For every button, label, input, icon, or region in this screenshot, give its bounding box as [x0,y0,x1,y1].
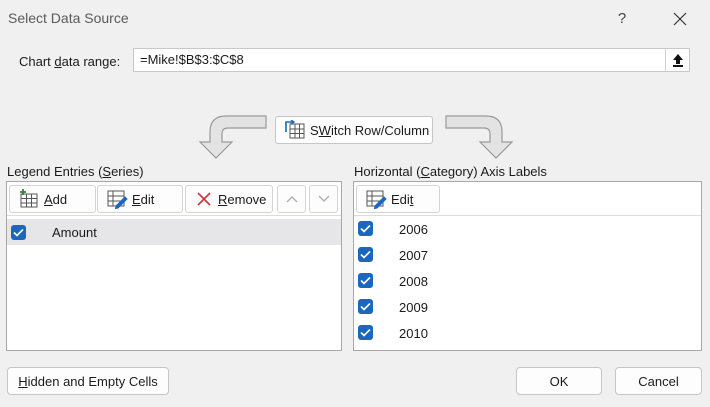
checkmark-icon [360,276,371,285]
switch-row-column-icon [285,120,305,139]
remove-x-icon [197,192,211,206]
category-row[interactable]: 2010 [354,320,701,346]
hidden-empty-cells-button[interactable]: Hidden and Empty Cells [7,367,169,395]
category-label: 2008 [399,274,428,289]
ok-button[interactable]: OK [516,367,602,395]
add-series-button[interactable]: Add [9,185,96,213]
category-checkbox[interactable] [358,325,373,340]
curved-arrow-right-icon [442,112,522,163]
remove-series-button[interactable]: Remove [185,185,273,213]
axis-labels-label: Horizontal (Category) Axis Labels [354,164,547,179]
checkmark-icon [360,328,371,337]
axis-labels-panel: Edit 2006 2007 2008 2009 2010 [353,181,702,351]
add-series-icon [20,189,38,208]
switch-row-column-label: SWitch Row/Column [310,122,430,138]
collapse-dialog-button[interactable] [665,49,689,71]
dialog-title: Select Data Source [8,10,129,26]
cancel-button[interactable]: Cancel [615,367,702,395]
edit-axis-labels-button[interactable]: Edit [356,185,440,213]
chart-data-range-input[interactable]: =Mike!$B$3:$C$8 [133,48,690,72]
checkmark-icon [13,228,24,237]
category-label: 2009 [399,300,428,315]
category-row[interactable]: 2009 [354,294,701,320]
chart-data-range-label: Chart data range: [19,54,121,69]
switch-row-column-button[interactable]: SWitch Row/Column [275,116,433,144]
category-checkbox[interactable] [358,273,373,288]
category-row[interactable]: 2007 [354,242,701,268]
series-name: Amount [52,225,97,240]
move-down-button[interactable] [309,185,338,213]
move-up-button[interactable] [277,185,306,213]
category-checkbox[interactable] [358,247,373,262]
series-checkbox[interactable] [11,225,26,240]
category-checkbox[interactable] [358,221,373,236]
checkmark-icon [360,224,371,233]
category-checkbox[interactable] [358,299,373,314]
legend-entries-panel: Add Edit Remove Amount [6,181,342,351]
category-label: 2007 [399,248,428,263]
edit-series-button[interactable]: Edit [97,185,183,213]
curved-arrow-left-icon [190,112,270,163]
remove-series-label: Remove [218,191,267,207]
help-button[interactable]: ? [612,8,632,30]
legend-entries-label: Legend Entries (Series) [7,164,144,179]
series-row[interactable]: Amount [7,219,341,245]
hidden-empty-cells-label: Hidden and Empty Cells [18,373,158,389]
category-label: 2010 [399,326,428,341]
collapse-arrow-icon [673,54,683,67]
category-label: 2006 [399,222,428,237]
edit-axis-labels-icon [366,190,387,209]
axis-toolbar: Edit [354,182,701,216]
checkmark-icon [360,302,371,311]
chevron-down-icon [318,195,329,202]
checkmark-icon [360,250,371,259]
close-icon[interactable] [669,8,691,30]
edit-series-label: Edit [132,191,155,207]
add-series-label: Add [44,191,68,207]
chevron-up-icon [286,196,297,203]
edit-series-icon [107,190,128,209]
category-row[interactable]: 2008 [354,268,701,294]
edit-axis-labels-label: Edit [391,191,414,207]
legend-toolbar: Add Edit Remove [7,182,341,216]
category-row[interactable]: 2006 [354,216,701,242]
